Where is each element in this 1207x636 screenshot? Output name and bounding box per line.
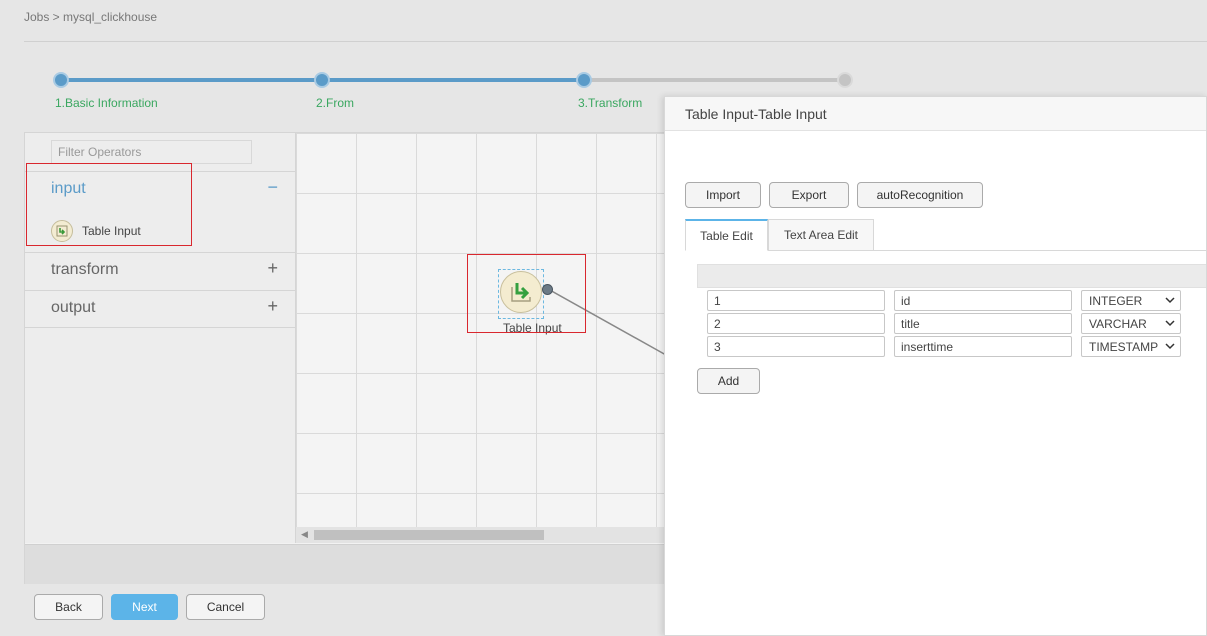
chevron-down-icon bbox=[1165, 297, 1175, 304]
scrollbar-thumb[interactable] bbox=[314, 530, 544, 540]
field-name-input[interactable] bbox=[894, 336, 1072, 357]
chevron-down-icon bbox=[1165, 320, 1175, 327]
add-field-button[interactable]: Add bbox=[697, 368, 760, 394]
step-1-label: 1.Basic Information bbox=[55, 96, 158, 110]
dialog-title: Table Input-Table Input bbox=[685, 106, 827, 122]
next-button[interactable]: Next bbox=[111, 594, 178, 620]
auto-recognition-button[interactable]: autoRecognition bbox=[857, 182, 983, 208]
table-input-dialog: Table Input-Table Input Import Export au… bbox=[664, 96, 1207, 636]
group-output-title[interactable]: output bbox=[51, 299, 95, 317]
designer-footer-bar bbox=[25, 544, 685, 584]
canvas-horizontal-scrollbar[interactable]: ◀ bbox=[296, 527, 685, 543]
step-2-label: 2.From bbox=[316, 96, 355, 110]
field-name-input[interactable] bbox=[894, 290, 1072, 311]
group-transform-title[interactable]: transform bbox=[51, 261, 119, 279]
field-type-value: INTEGER bbox=[1089, 294, 1143, 308]
dialog-header: Table Input-Table Input bbox=[665, 97, 1206, 131]
field-type-select[interactable]: TIMESTAMP bbox=[1081, 336, 1181, 357]
field-type-value: VARCHAR bbox=[1089, 317, 1147, 331]
header-divider bbox=[24, 41, 1207, 42]
chevron-down-icon bbox=[1165, 343, 1175, 350]
step-3-dot[interactable] bbox=[576, 72, 592, 88]
field-index-input[interactable] bbox=[707, 313, 885, 334]
field-type-select[interactable]: VARCHAR bbox=[1081, 313, 1181, 334]
step-progress-remaining bbox=[584, 78, 845, 82]
cancel-button[interactable]: Cancel bbox=[186, 594, 265, 620]
tab-text-area-edit[interactable]: Text Area Edit bbox=[768, 219, 874, 251]
group-transform: transform + bbox=[25, 252, 296, 290]
step-2-dot[interactable] bbox=[314, 72, 330, 88]
expand-icon[interactable]: + bbox=[267, 258, 278, 279]
fields-table-header bbox=[697, 264, 1206, 288]
tab-table-edit[interactable]: Table Edit bbox=[685, 219, 768, 251]
scroll-left-arrow-icon[interactable]: ◀ bbox=[301, 529, 308, 540]
step-3-label: 3.Transform bbox=[578, 96, 643, 110]
expand-icon[interactable]: + bbox=[267, 296, 278, 317]
field-type-select[interactable]: INTEGER bbox=[1081, 290, 1181, 311]
highlight-box-input-group bbox=[26, 163, 192, 246]
field-type-value: TIMESTAMP bbox=[1089, 340, 1159, 354]
filter-operators-input[interactable] bbox=[51, 140, 252, 164]
step-4-dot[interactable] bbox=[837, 72, 853, 88]
field-name-input[interactable] bbox=[894, 313, 1072, 334]
highlight-box-node bbox=[467, 254, 586, 333]
group-output: output + bbox=[25, 290, 296, 328]
field-index-input[interactable] bbox=[707, 336, 885, 357]
export-button[interactable]: Export bbox=[769, 182, 849, 208]
step-1-dot[interactable] bbox=[53, 72, 69, 88]
field-index-input[interactable] bbox=[707, 290, 885, 311]
back-button[interactable]: Back bbox=[34, 594, 103, 620]
breadcrumb: Jobs > mysql_clickhouse bbox=[24, 10, 158, 24]
collapse-icon[interactable]: − bbox=[267, 177, 278, 198]
import-button[interactable]: Import bbox=[685, 182, 761, 208]
